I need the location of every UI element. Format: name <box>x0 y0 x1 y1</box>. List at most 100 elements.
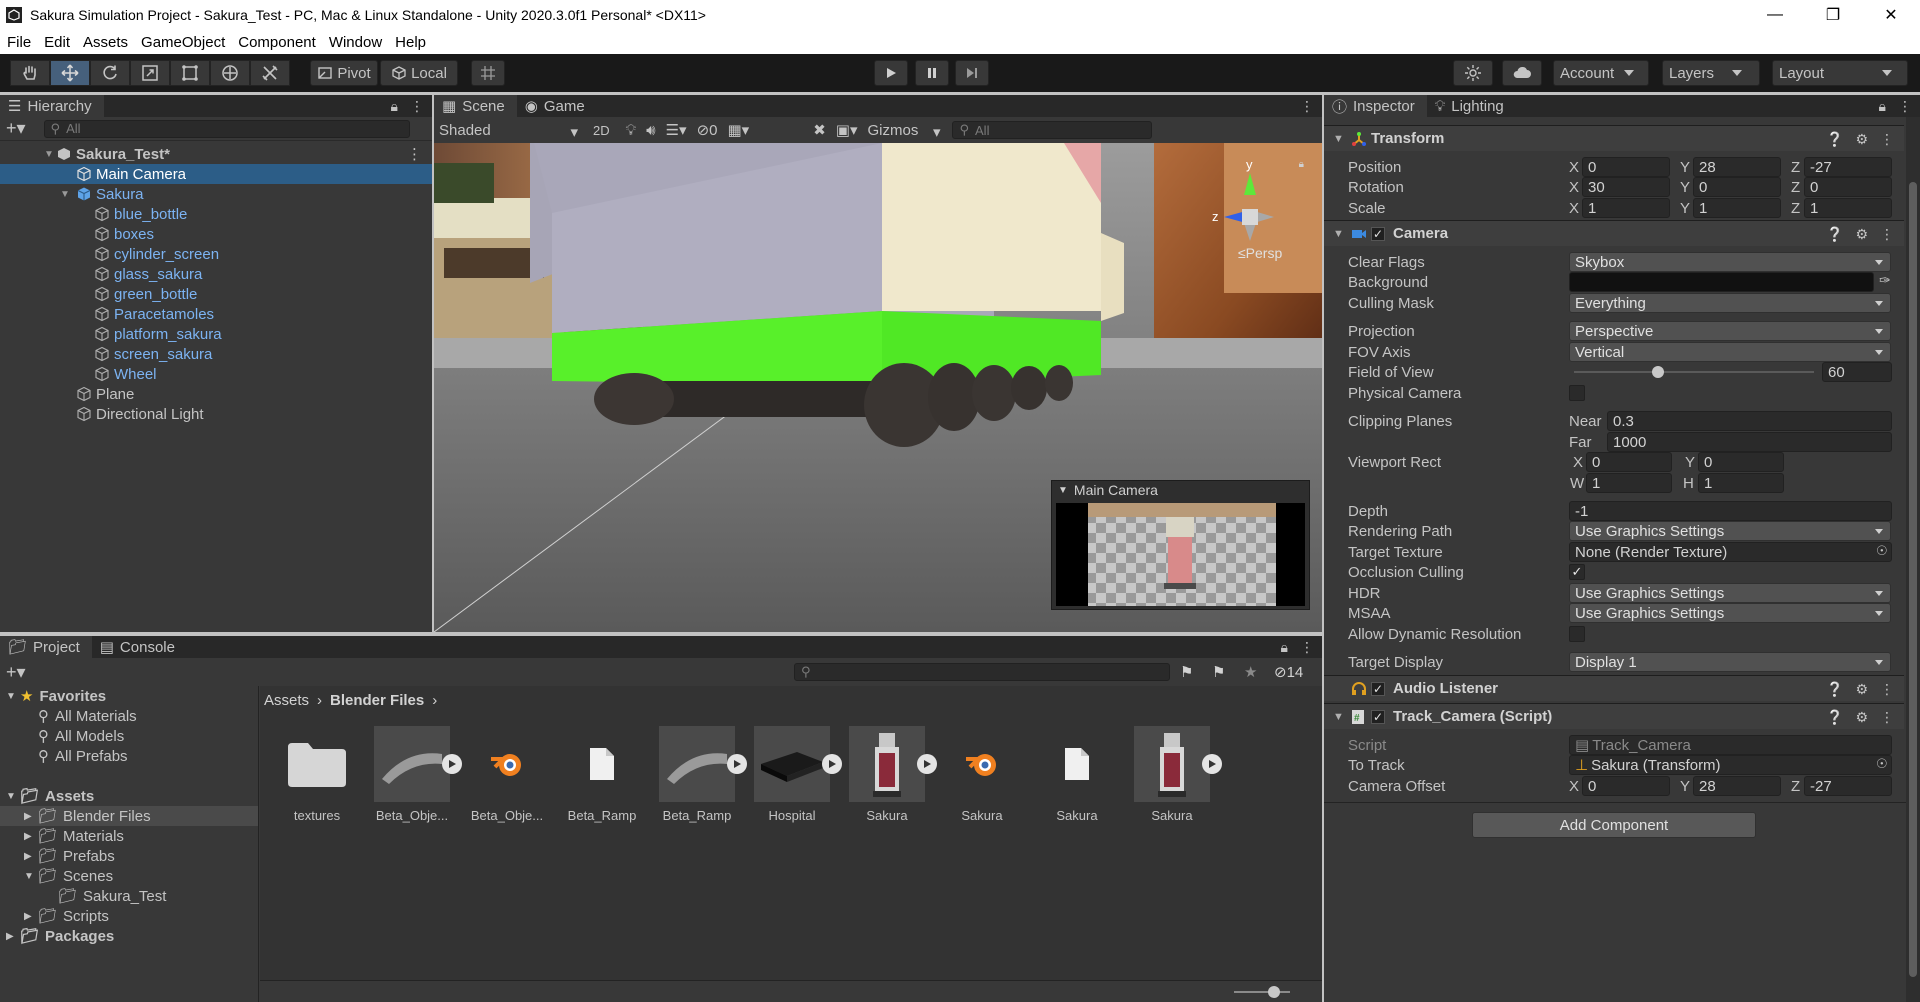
cloud-button[interactable] <box>1502 60 1542 86</box>
menu-file[interactable]: File <box>0 34 37 51</box>
move-tool-button[interactable] <box>50 60 90 86</box>
collapse-arrow-icon[interactable]: ▶ <box>24 811 38 822</box>
tab-scene[interactable]: ▦ Scene <box>434 95 517 117</box>
hierarchy-item-sakura[interactable]: ▼ Sakura <box>0 184 432 204</box>
preset-icon[interactable]: ⚙ <box>1855 709 1868 726</box>
tab-inspector[interactable]: ⓘ Inspector <box>1324 95 1427 117</box>
hierarchy-item-screen-sakura[interactable]: screen_sakura <box>0 344 432 364</box>
more-options-icon[interactable]: ⋮ <box>1880 131 1894 148</box>
scene-viewport[interactable]: y z ≤Persp 🔒︎ ▼ Main Camera <box>434 143 1322 632</box>
asset-sakura-prefab[interactable]: Sakura <box>1132 726 1222 823</box>
hierarchy-item-glass-sakura[interactable]: glass_sakura <box>0 264 432 284</box>
hierarchy-item-cylinder-screen[interactable]: cylinder_screen <box>0 244 432 264</box>
play-preview-icon[interactable] <box>917 754 937 774</box>
help-icon[interactable]: ❔ <box>1826 681 1843 698</box>
eyedropper-icon[interactable]: ✑ <box>1879 272 1891 289</box>
assets-root[interactable]: ▼ 📁︎ Assets <box>0 786 258 806</box>
scene-search-input[interactable]: ⚲ All <box>952 121 1153 139</box>
breadcrumb-item[interactable]: Blender Files <box>330 692 424 709</box>
culling-mask-dropdown[interactable]: Everything <box>1569 293 1891 313</box>
object-picker-icon[interactable]: ☉ <box>1876 543 1888 559</box>
audio-toggle[interactable]: 🔊︎ <box>641 120 661 140</box>
lock-icon[interactable]: 🔒︎ <box>1281 639 1288 656</box>
scale-tool-button[interactable] <box>130 60 170 86</box>
rect-tool-button[interactable] <box>170 60 210 86</box>
hierarchy-item-platform-sakura[interactable]: platform_sakura <box>0 324 432 344</box>
physical-camera-checkbox[interactable] <box>1569 385 1585 401</box>
expand-arrow-icon[interactable]: ▼ <box>6 691 20 702</box>
scale-y-field[interactable]: 1 <box>1693 198 1781 218</box>
asset-beta-ramp-model[interactable]: Beta_Ramp <box>657 726 747 823</box>
packages-root[interactable]: ▶ 📁︎ Packages <box>0 926 258 946</box>
mode-2d-toggle[interactable]: 2D <box>588 120 615 140</box>
more-options-icon[interactable]: ⋮ <box>1300 639 1314 656</box>
occlusion-culling-checkbox[interactable]: ✓ <box>1569 564 1585 580</box>
preset-icon[interactable]: ⚙ <box>1855 226 1868 243</box>
far-clip-field[interactable]: 1000 <box>1607 432 1892 452</box>
folder-materials[interactable]: ▶ 📁︎ Materials <box>0 826 258 846</box>
menu-component[interactable]: Component <box>231 34 322 51</box>
viewport-x-field[interactable]: 0 <box>1586 452 1672 472</box>
lock-icon[interactable]: 🔒︎ <box>391 98 398 115</box>
asset-textures[interactable]: textures <box>277 726 357 823</box>
near-clip-field[interactable]: 0.3 <box>1607 411 1892 431</box>
more-options-icon[interactable]: ⋮ <box>1880 681 1894 698</box>
hierarchy-item-main-camera[interactable]: Main Camera <box>0 164 432 184</box>
projection-dropdown[interactable]: Perspective <box>1569 321 1891 341</box>
favorite-star-icon[interactable]: ★ <box>1244 663 1257 681</box>
pivot-toggle[interactable]: Pivot <box>310 60 378 86</box>
tab-console[interactable]: ▤ Console <box>92 636 187 658</box>
snap-grid-button[interactable] <box>471 60 505 86</box>
collapse-arrow-icon[interactable]: ▶ <box>6 931 20 942</box>
target-texture-field[interactable]: None (Render Texture) <box>1569 542 1892 562</box>
asset-sakura-model[interactable]: Sakura <box>847 726 937 823</box>
more-options-icon[interactable]: ⋮ <box>1300 98 1314 115</box>
hierarchy-item-green-bottle[interactable]: green_bottle <box>0 284 432 304</box>
folder-prefabs[interactable]: ▶ 📁︎ Prefabs <box>0 846 258 866</box>
collab-button[interactable] <box>1453 60 1493 86</box>
offset-x-field[interactable]: 0 <box>1582 776 1670 796</box>
to-track-field[interactable]: ⊥ Sakura (Transform) <box>1569 755 1892 775</box>
viewport-h-field[interactable]: 1 <box>1698 473 1784 493</box>
menu-window[interactable]: Window <box>322 34 388 51</box>
tab-lighting[interactable]: 💡︎ Lighting <box>1427 95 1516 117</box>
fov-value-field[interactable]: 60 <box>1822 362 1892 382</box>
expand-arrow-icon[interactable]: ▼ <box>44 149 56 160</box>
play-preview-icon[interactable] <box>822 754 842 774</box>
hidden-objects-toggle[interactable]: ⊘ 0 <box>691 120 723 140</box>
viewport-w-field[interactable]: 1 <box>1586 473 1672 493</box>
hierarchy-item-boxes[interactable]: boxes <box>0 224 432 244</box>
slider-thumb[interactable] <box>1268 986 1280 998</box>
tools-toggle[interactable]: ✖ <box>808 120 831 140</box>
background-color-field[interactable] <box>1569 272 1874 292</box>
filter-by-type-icon[interactable]: ⚑ <box>1180 663 1193 681</box>
play-preview-icon[interactable] <box>442 754 462 774</box>
transform-tool-button[interactable] <box>210 60 250 86</box>
hierarchy-item-paracetamoles[interactable]: Paracetamoles <box>0 304 432 324</box>
help-icon[interactable]: ❔ <box>1826 709 1843 726</box>
favorite-all-prefabs[interactable]: ⚲ All Prefabs <box>0 746 258 766</box>
scale-x-field[interactable]: 1 <box>1582 198 1670 218</box>
folder-scenes[interactable]: ▼ 📁︎ Scenes <box>0 866 258 886</box>
menu-assets[interactable]: Assets <box>76 34 134 51</box>
expand-arrow-icon[interactable]: ▼ <box>24 871 38 882</box>
folder-sakura-test[interactable]: 📁︎ Sakura_Test <box>0 886 258 906</box>
menu-edit[interactable]: Edit <box>37 34 76 51</box>
layout-dropdown[interactable]: Layout <box>1772 60 1908 86</box>
hierarchy-item-directional-light[interactable]: Directional Light <box>0 404 432 424</box>
hdr-dropdown[interactable]: Use Graphics Settings <box>1569 583 1891 603</box>
collapse-arrow-icon[interactable]: ▶ <box>24 831 38 842</box>
folder-blender-files[interactable]: ▶ 📁︎ Blender Files <box>0 806 258 826</box>
project-search-input[interactable]: ⚲ <box>794 663 1170 681</box>
hierarchy-search-input[interactable]: ⚲ All <box>43 119 410 138</box>
rotation-z-field[interactable]: 0 <box>1804 177 1892 197</box>
create-button[interactable]: +▾ <box>6 118 26 139</box>
play-button[interactable] <box>874 60 908 86</box>
camera-enabled-checkbox[interactable]: ✓ <box>1371 226 1385 241</box>
viewport-y-field[interactable]: 0 <box>1698 452 1784 472</box>
expand-arrow-icon[interactable]: ▼ <box>1333 133 1345 145</box>
fov-axis-dropdown[interactable]: Vertical <box>1569 342 1891 362</box>
more-options-icon[interactable]: ⋮ <box>410 98 424 115</box>
projection-label[interactable]: ≤Persp <box>1238 245 1282 261</box>
asset-sakura-file[interactable]: Sakura <box>1037 726 1117 823</box>
